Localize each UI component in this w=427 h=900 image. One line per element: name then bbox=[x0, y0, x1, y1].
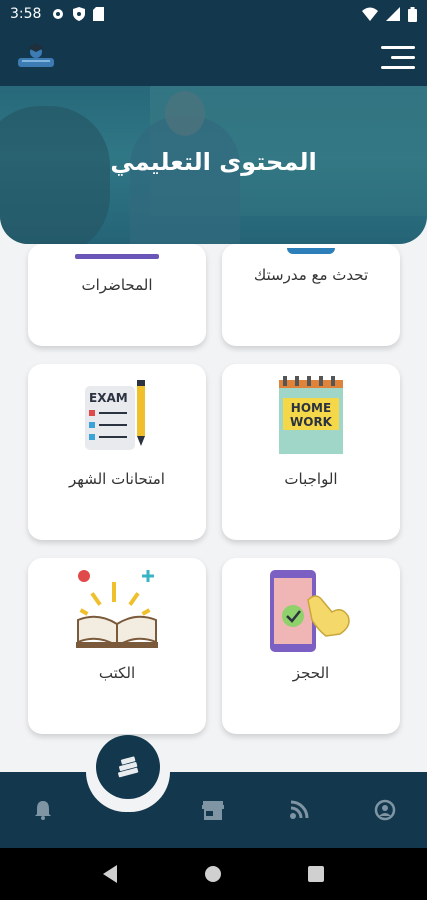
card-lectures-label: المحاضرات bbox=[81, 276, 153, 294]
exam-icon: EXAM bbox=[85, 380, 145, 450]
store-icon bbox=[202, 801, 224, 820]
menu-line bbox=[381, 45, 415, 49]
hero-banner: المحتوى التعليمي bbox=[0, 86, 427, 244]
bottom-navigation bbox=[0, 772, 427, 848]
card-chat-label: تحدث مع مدرستك bbox=[253, 266, 369, 284]
wifi-icon bbox=[362, 7, 378, 21]
home-icon[interactable] bbox=[204, 865, 222, 883]
card-exams-label: امتحانات الشهر bbox=[69, 470, 165, 488]
battery-icon bbox=[408, 6, 417, 22]
card-books[interactable]: الكتب bbox=[28, 558, 206, 734]
system-navigation-bar bbox=[0, 848, 427, 900]
card-booking[interactable]: الحجز bbox=[222, 558, 400, 734]
svg-text:EXAM: EXAM bbox=[89, 391, 128, 405]
nav-notifications[interactable] bbox=[29, 796, 57, 824]
rss-icon bbox=[290, 800, 309, 819]
menu-button[interactable] bbox=[375, 39, 415, 75]
svg-text:WORK: WORK bbox=[290, 415, 333, 429]
gear-icon bbox=[53, 9, 64, 19]
nav-profile[interactable] bbox=[371, 796, 399, 824]
card-books-label: الكتب bbox=[98, 664, 136, 682]
card-lectures[interactable]: المحاضرات bbox=[28, 244, 206, 346]
homework-icon: HOME WORK bbox=[279, 376, 343, 454]
page-title: المحتوى التعليمي bbox=[110, 148, 317, 176]
card-chat-teacher[interactable]: تحدث مع مدرستك bbox=[222, 244, 400, 346]
books-stack-icon bbox=[118, 756, 139, 778]
nav-store[interactable] bbox=[199, 796, 227, 824]
profile-icon bbox=[374, 799, 396, 821]
shield-icon bbox=[73, 7, 86, 21]
bell-icon bbox=[35, 801, 51, 820]
card-exams[interactable]: EXAM امتحانات الشهر bbox=[28, 364, 206, 540]
chat-icon bbox=[287, 248, 335, 254]
card-homework[interactable]: HOME WORK الواجبات bbox=[222, 364, 400, 540]
logo-icon bbox=[18, 43, 54, 67]
app-bar bbox=[0, 28, 427, 86]
signal-icon bbox=[386, 7, 400, 21]
app-logo[interactable] bbox=[12, 37, 60, 77]
svg-text:HOME: HOME bbox=[291, 401, 331, 415]
status-time: 3:58 bbox=[10, 6, 42, 22]
back-icon[interactable] bbox=[102, 865, 119, 883]
menu-line bbox=[381, 65, 415, 69]
menu-line bbox=[391, 55, 415, 59]
booking-icon bbox=[270, 570, 350, 652]
status-bar: 3:58 bbox=[0, 0, 427, 28]
card-homework-label: الواجبات bbox=[284, 470, 338, 488]
recents-icon[interactable] bbox=[308, 866, 325, 882]
nav-broadcast[interactable] bbox=[285, 796, 313, 824]
card-booking-label: الحجز bbox=[292, 664, 330, 682]
home-fab-button[interactable] bbox=[96, 735, 160, 799]
lectures-icon bbox=[75, 254, 159, 259]
sd-card-icon bbox=[93, 7, 105, 21]
book-icon bbox=[76, 570, 158, 648]
